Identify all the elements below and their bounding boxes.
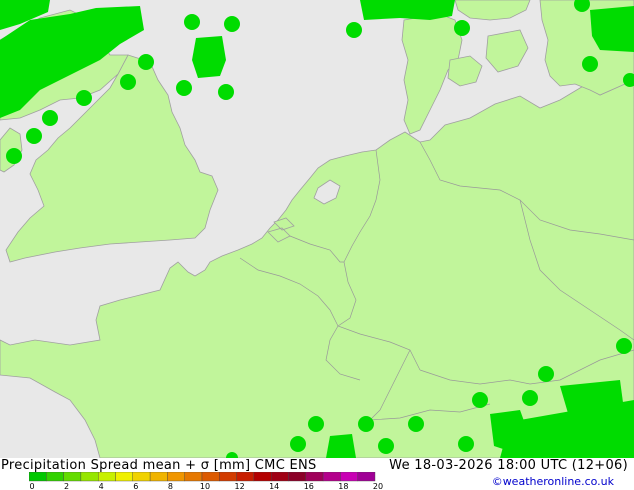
precip-cell [192, 36, 226, 78]
precip-cell [26, 128, 42, 144]
precip-cell [458, 436, 474, 452]
precip-cell [290, 436, 306, 452]
legend-swatch [357, 472, 376, 482]
legend-swatch [184, 472, 203, 482]
legend-tick-label: 12 [235, 482, 245, 490]
legend-tick-label: 18 [338, 482, 348, 490]
legend-tick-label: 8 [168, 482, 173, 490]
legend-tick-label: 0 [29, 482, 34, 490]
precip-cell [346, 22, 362, 38]
precip-cell [6, 148, 22, 164]
precip-cell [454, 20, 470, 36]
product-title: Precipitation Spread mean + σ [mm] CMC E… [1, 458, 317, 473]
precip-cell [616, 338, 632, 354]
legend-swatch [115, 472, 133, 482]
precip-cell [538, 366, 554, 382]
legend-swatch [29, 472, 47, 482]
legend-swatch [288, 472, 306, 482]
precip-cell [378, 438, 394, 454]
color-scale-legend: 0 2 4 6 8 10 12 14 16 18 20 [29, 472, 383, 490]
precip-cell [326, 434, 356, 458]
legend-tick-label: 4 [99, 482, 104, 490]
legend-swatch [149, 472, 168, 482]
legend-swatch [253, 472, 272, 482]
legend-tick-label: 10 [200, 482, 210, 490]
precip-cell [42, 110, 58, 126]
precip-cell [582, 56, 598, 72]
precip-cell [176, 80, 192, 96]
legend-swatch [167, 472, 185, 482]
footer-bar: Precipitation Spread mean + σ [mm] CMC E… [0, 458, 634, 490]
legend-tick-label: 2 [64, 482, 69, 490]
legend-swatch [236, 472, 255, 482]
legend-swatch [340, 472, 358, 482]
legend-tick-label: 14 [269, 482, 279, 490]
legend-swatch [219, 472, 237, 482]
legend-swatch [132, 472, 151, 482]
legend-swatch [201, 472, 220, 482]
legend-tick-label: 6 [133, 482, 138, 490]
precip-cell [138, 54, 154, 70]
precip-cell [472, 392, 488, 408]
precipitation-map [0, 0, 634, 458]
legend-swatch [322, 472, 341, 482]
precip-cell [76, 90, 92, 106]
precip-cell [358, 416, 374, 432]
credit-link[interactable]: ©weatheronline.co.uk [492, 475, 614, 488]
legend-swatch [270, 472, 289, 482]
precip-cell [408, 416, 424, 432]
legend-swatch [97, 472, 116, 482]
precip-cell [184, 14, 200, 30]
precip-cell [308, 416, 324, 432]
legend-swatch [80, 472, 99, 482]
legend-swatch [305, 472, 324, 482]
precip-cell [218, 84, 234, 100]
precip-cell [120, 74, 136, 90]
legend-swatch [46, 472, 64, 482]
legend-tick-label: 20 [373, 482, 383, 490]
legend-swatch [63, 472, 82, 482]
legend-tick-label: 16 [304, 482, 314, 490]
precip-cell [224, 16, 240, 32]
precip-cell [522, 390, 538, 406]
valid-time: We 18-03-2026 18:00 UTC (12+06) [389, 458, 628, 473]
precip-cell [360, 0, 455, 20]
